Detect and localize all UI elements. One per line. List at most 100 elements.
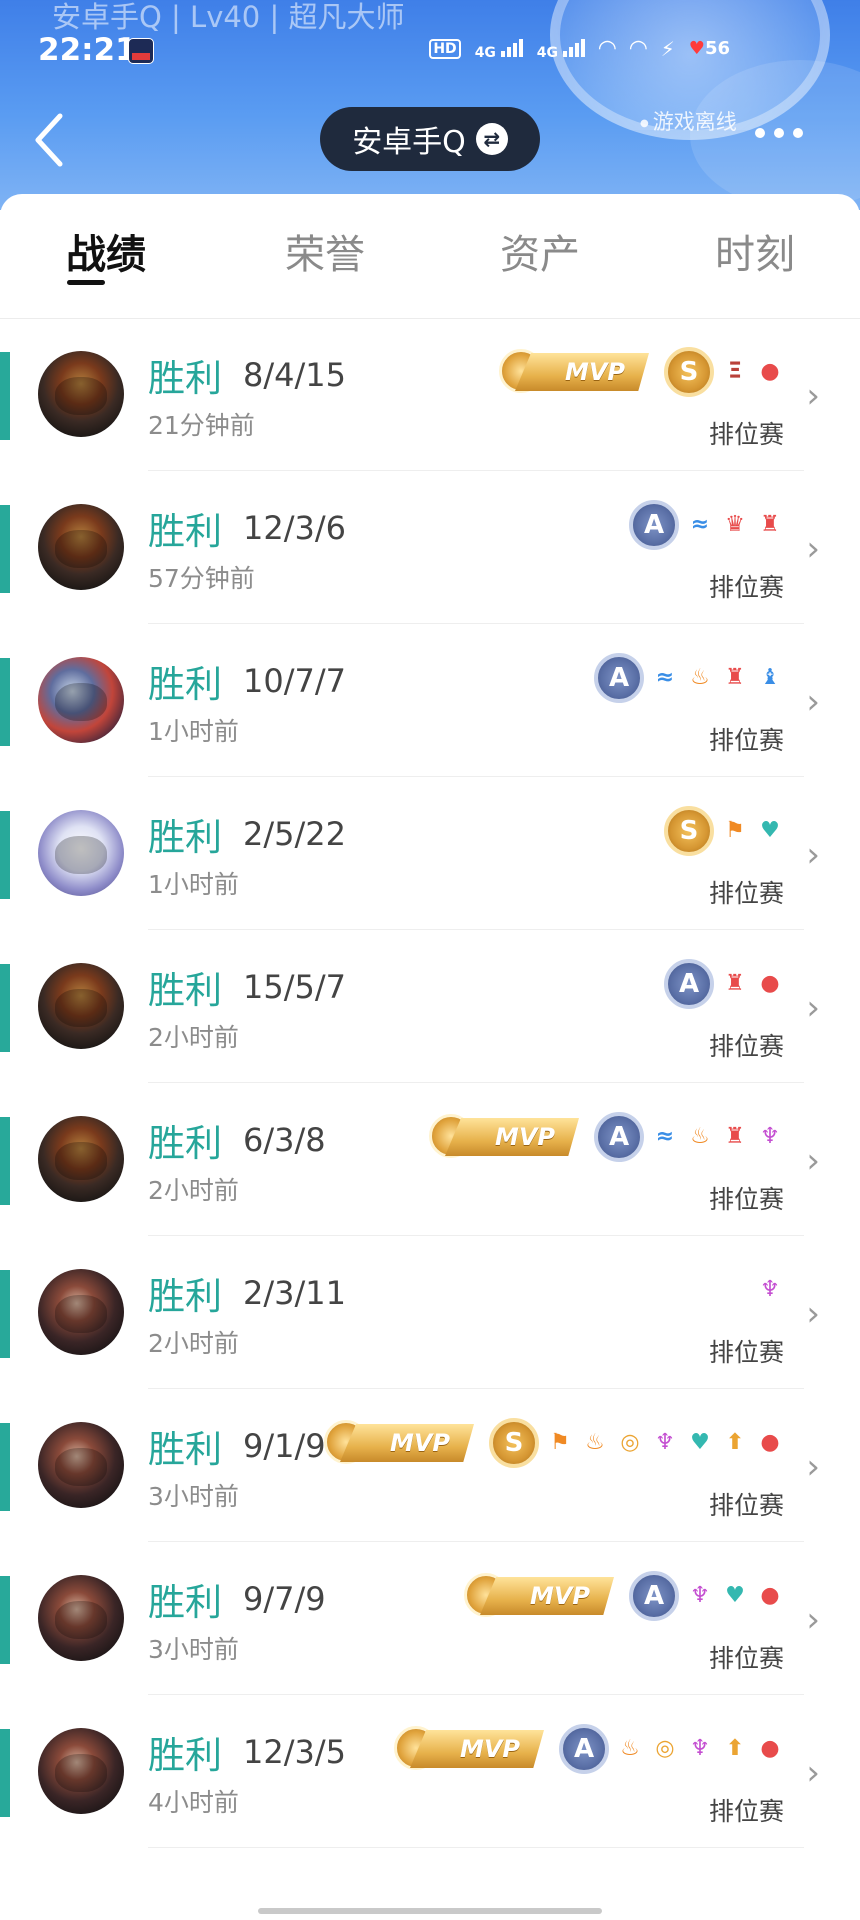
mvp-badge: MVP	[464, 1573, 614, 1617]
header-banner: 安卓手Q | Lv40 | 超凡大师 22:21 HD 4G 4G ◠ ◠ ⚡ …	[0, 0, 860, 210]
match-result: 胜利	[148, 1428, 222, 1471]
match-result: 胜利	[148, 969, 222, 1012]
kda-score: 9/7/9	[243, 1580, 326, 1618]
match-row[interactable]: 胜利 9/1/9 3小时前 MVP S ⚑ ♨ ◎ ♆ ♥ ⬆ ● 排位赛 ›	[0, 1389, 860, 1542]
hero-avatar	[38, 1728, 124, 1814]
match-time: 3小时前	[148, 1635, 239, 1664]
mvp-label: MVP	[515, 353, 649, 391]
hero-avatar	[38, 1422, 124, 1508]
match-time: 1小时前	[148, 870, 239, 899]
match-row[interactable]: 胜利 10/7/7 1小时前 A ≈ ♨ ♜ ♝ 排位赛 ›	[0, 624, 860, 777]
match-time: 2小时前	[148, 1176, 239, 1205]
mvp-label: MVP	[340, 1424, 474, 1462]
match-result: 胜利	[148, 357, 222, 400]
hero-avatar	[38, 1575, 124, 1661]
chevron-right-icon: ›	[806, 835, 820, 875]
hero-avatar	[38, 810, 124, 896]
grade-badge: A	[594, 1112, 644, 1162]
wifi-icon: ◠	[598, 36, 616, 61]
dot-icon	[793, 128, 803, 138]
kda-score: 12/3/5	[243, 1733, 346, 1771]
match-row[interactable]: 胜利 2/5/22 1小时前 S ⚑ ♥ 排位赛 ›	[0, 777, 860, 930]
tab-assets[interactable]: 资产	[500, 222, 580, 280]
match-row[interactable]: 胜利 15/5/7 2小时前 A ♜ ● 排位赛 ›	[0, 930, 860, 1083]
match-row[interactable]: 胜利 9/7/9 3小时前 MVP A ♆ ♥ ● 排位赛 ›	[0, 1542, 860, 1695]
kda-score: 15/5/7	[243, 968, 346, 1006]
back-arrow-icon	[35, 113, 63, 167]
back-button[interactable]	[30, 110, 66, 170]
kda-score: 12/3/6	[243, 509, 346, 547]
chevron-right-icon: ›	[806, 1600, 820, 1640]
demon-icon: ♆	[760, 1277, 780, 1302]
tab-honors[interactable]: 荣誉	[285, 222, 365, 280]
mvp-badge: MVP	[429, 1114, 579, 1158]
wave-icon: ≈	[655, 1124, 675, 1149]
achievement-badges: A ≈ ♨ ♜ ♝	[594, 650, 784, 706]
flag-icon: ⚑	[550, 1430, 570, 1455]
hero-avatar	[38, 351, 124, 437]
achievement-badges: A ♜ ●	[664, 956, 784, 1012]
chevron-right-icon: ›	[806, 1753, 820, 1793]
blood-drop-icon: ●	[760, 1736, 780, 1761]
mvp-label: MVP	[480, 1577, 614, 1615]
flame-icon: ♨	[690, 665, 710, 690]
hero-avatar	[38, 1269, 124, 1355]
match-mode: 排位赛	[708, 1797, 784, 1826]
win-accent-bar	[0, 1729, 10, 1817]
achievement-badges: ♆	[756, 1262, 784, 1318]
match-result: 胜利	[148, 816, 222, 859]
win-accent-bar	[0, 658, 10, 746]
crown-icon: ♛	[725, 512, 745, 537]
match-mode: 排位赛	[708, 1185, 784, 1214]
grade-badge: S	[489, 1418, 539, 1468]
network-2: 4G	[537, 37, 585, 61]
tab-records[interactable]: 战绩	[66, 222, 146, 280]
match-row[interactable]: 胜利 12/3/6 57分钟前 A ≈ ♛ ♜ 排位赛 ›	[0, 471, 860, 624]
grade-badge: S	[664, 347, 714, 397]
status-time: 22:21	[38, 32, 137, 68]
blood-drop-icon: ●	[760, 971, 780, 996]
win-accent-bar	[0, 1423, 10, 1511]
match-mode: 排位赛	[708, 726, 784, 755]
grade-badge: A	[629, 500, 679, 550]
grade-badge: A	[594, 653, 644, 703]
wifi-icon-2: ◠	[629, 36, 647, 61]
account-name: 安卓手Q	[352, 125, 466, 160]
account-switcher[interactable]: 安卓手Q ⇄	[320, 107, 540, 171]
flame-icon: ♨	[585, 1430, 605, 1455]
coins-icon: ◎	[655, 1736, 675, 1761]
match-result: 胜利	[148, 663, 222, 706]
demon-icon: ♆	[655, 1430, 675, 1455]
demon-icon: ♆	[760, 1124, 780, 1149]
achievement-badges: MVP S ⚑ ♨ ◎ ♆ ♥ ⬆ ●	[324, 1415, 784, 1471]
demon-icon: ♆	[690, 1583, 710, 1608]
tab-moments[interactable]: 时刻	[715, 222, 795, 280]
mvp-badge: MVP	[324, 1420, 474, 1464]
match-result: 胜利	[148, 1734, 222, 1777]
match-row[interactable]: 胜利 6/3/8 2小时前 MVP A ≈ ♨ ♜ ♆ 排位赛 ›	[0, 1083, 860, 1236]
achievement-badges: MVP A ≈ ♨ ♜ ♆	[429, 1109, 784, 1165]
match-time: 3小时前	[148, 1482, 239, 1511]
status-icons: HD 4G 4G ◠ ◠ ⚡ ♥56	[429, 36, 730, 61]
blood-drop-icon: ●	[760, 1583, 780, 1608]
chevron-right-icon: ›	[806, 682, 820, 722]
gold-up-icon: ⬆	[725, 1430, 745, 1455]
match-row[interactable]: 胜利 2/3/11 2小时前 ♆ 排位赛 ›	[0, 1236, 860, 1389]
kda-score: 9/1/9	[243, 1427, 326, 1465]
mvp-label: MVP	[410, 1730, 544, 1768]
achievement-badges: MVP A ♆ ♥ ●	[464, 1568, 784, 1624]
match-row[interactable]: 胜利 12/3/5 4小时前 MVP A ♨ ◎ ♆ ⬆ ● 排位赛 ›	[0, 1695, 860, 1848]
chevron-right-icon: ›	[806, 376, 820, 416]
heart-plus-icon: ♥	[725, 1583, 745, 1608]
heart-plus-icon: ♥	[690, 1430, 710, 1455]
hd-icon: HD	[429, 38, 461, 59]
chevron-right-icon: ›	[806, 1294, 820, 1334]
home-indicator[interactable]	[258, 1908, 602, 1914]
more-options-button[interactable]	[755, 128, 803, 138]
tab-bar: 战绩 荣誉 资产 时刻	[0, 194, 860, 319]
chevron-right-icon: ›	[806, 1447, 820, 1487]
kda-score: 6/3/8	[243, 1121, 326, 1159]
armor-icon: ♝	[760, 665, 780, 690]
online-status: 游戏离线	[640, 106, 737, 136]
match-row[interactable]: 胜利 8/4/15 21分钟前 MVP S Ξ ● 排位赛 ›	[0, 318, 860, 471]
